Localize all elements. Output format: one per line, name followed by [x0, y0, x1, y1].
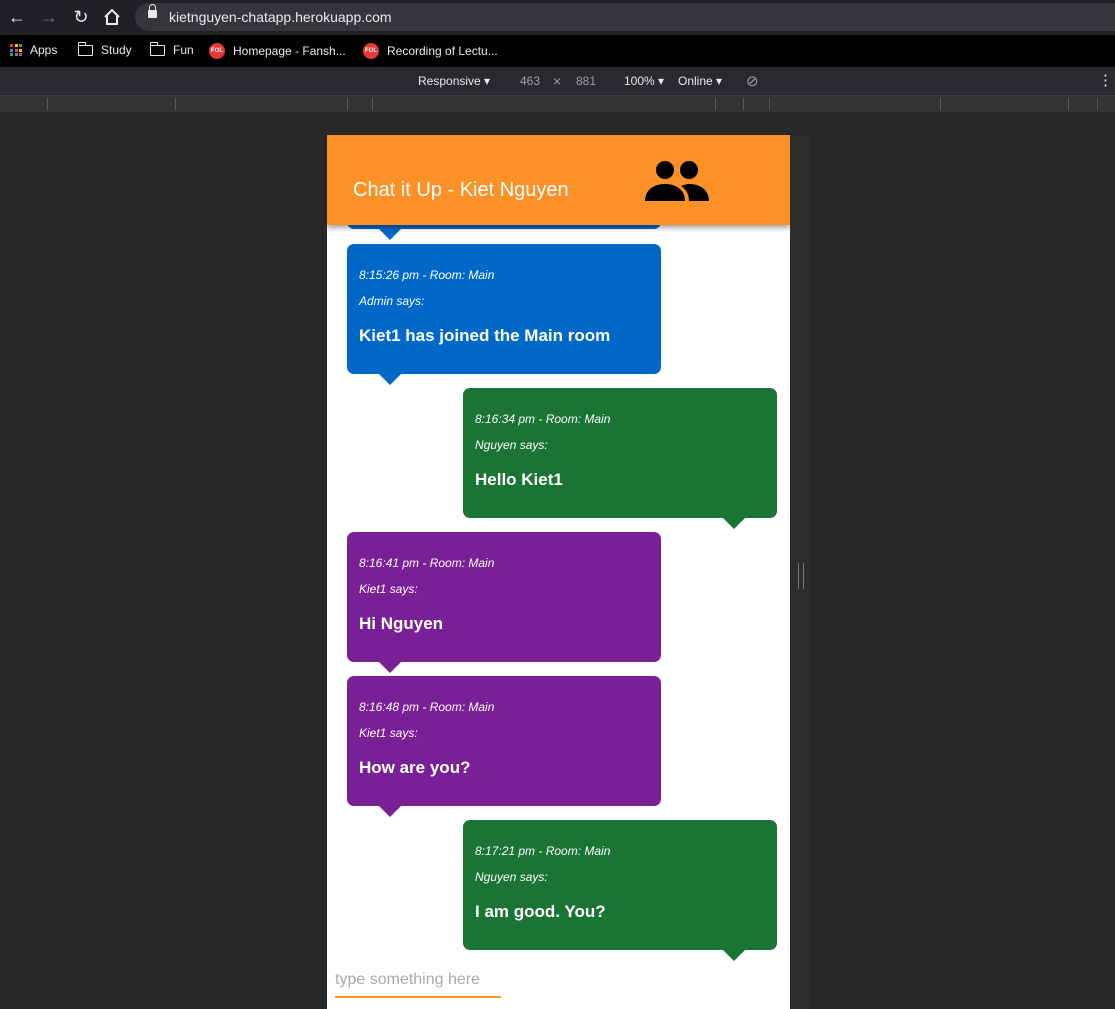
back-arrow-icon[interactable]: ←	[6, 6, 28, 28]
browser-toolbar: ← → ↻ kietnguyen-chatapp.herokuapp.com	[0, 0, 1115, 35]
message-meta: 8:16:41 pm - Room: Main	[359, 556, 495, 570]
bookmark-fun[interactable]: Fun	[149, 41, 194, 57]
height-field[interactable]: 881	[576, 74, 596, 88]
bookmark-label: Recording of Lectu...	[387, 44, 498, 58]
bookmark-label: Homepage - Fansh...	[233, 44, 346, 58]
bookmark-label: Fun	[173, 43, 194, 57]
chat-message: 8:16:41 pm - Room: Main Kiet1 says: Hi N…	[347, 532, 661, 673]
lock-icon	[148, 4, 157, 18]
chat-message: 8:15:26 pm - Room: Main Admin says: Kiet…	[347, 244, 661, 385]
fol-logo-icon: FOL	[209, 43, 225, 59]
message-sender: Kiet1 says:	[359, 726, 418, 740]
dimension-separator: ×	[553, 73, 562, 89]
fol-logo-icon: FOL	[363, 43, 379, 59]
page-title: Chat it Up - Kiet Nguyen	[353, 179, 569, 201]
width-field[interactable]: 463	[520, 74, 540, 88]
message-text: I am good. You?	[475, 902, 606, 921]
message-meta: 8:16:34 pm - Room: Main	[475, 412, 611, 426]
network-label: Online	[678, 74, 713, 88]
bookmarks-bar: Apps Study Fun FOL Homepage - Fansh... F…	[0, 35, 1115, 67]
message-text: How are you?	[359, 758, 471, 777]
bookmark-study[interactable]: Study	[77, 41, 132, 57]
message-meta: 8:16:48 pm - Room: Main	[359, 700, 495, 714]
url-text[interactable]: kietnguyen-chatapp.herokuapp.com	[169, 9, 392, 25]
network-select[interactable]: Online ▾	[678, 74, 722, 88]
reload-icon[interactable]: ↻	[70, 6, 92, 28]
chat-message: 8:16:34 pm - Room: Main Nguyen says: Hel…	[463, 388, 777, 529]
message-sender: Nguyen says:	[475, 870, 548, 884]
message-text: Hi Nguyen	[359, 614, 444, 633]
bookmark-label: Study	[101, 43, 132, 57]
bookmark-apps[interactable]: Apps	[10, 43, 57, 57]
zoom-label: 100%	[624, 74, 655, 88]
message-input-wrapper	[335, 966, 501, 998]
app-viewport: Chat it Up - Kiet Nguyen 8:15:26 pm - Ro…	[327, 135, 790, 1009]
forward-arrow-icon[interactable]: →	[38, 6, 60, 28]
people-icon[interactable]	[645, 159, 711, 205]
device-select[interactable]: Responsive ▾	[418, 74, 490, 88]
bubble-tail	[379, 229, 401, 240]
home-icon[interactable]	[101, 6, 123, 28]
rotate-icon[interactable]: ⊘	[746, 72, 759, 90]
device-toolbar: Responsive ▾ 463 × 881 100% ▾ Online ▾ ⊘…	[0, 67, 1115, 96]
folder-icon	[77, 41, 93, 56]
message-text: Hello Kiet1	[475, 470, 563, 489]
message-input[interactable]	[335, 966, 501, 994]
message-sender: Kiet1 says:	[359, 582, 418, 596]
bubble-tail	[723, 518, 745, 529]
message-text: Kiet1 has joined the Main room	[359, 326, 611, 345]
more-options-icon[interactable]: ⋮	[1098, 71, 1113, 89]
resize-handle[interactable]	[798, 563, 804, 589]
message-sender: Admin says:	[359, 294, 425, 308]
message-sender: Nguyen says:	[475, 438, 548, 452]
media-query-bar	[0, 96, 1115, 112]
bubble-tail	[379, 806, 401, 817]
folder-icon	[149, 41, 165, 56]
bubble-tail	[379, 374, 401, 385]
chat-message: 8:17:21 pm - Room: Main Nguyen says: I a…	[463, 820, 777, 961]
message-meta: 8:17:21 pm - Room: Main	[475, 844, 611, 858]
bubble-tail	[379, 662, 401, 673]
message-meta: 8:15:26 pm - Room: Main	[359, 268, 495, 282]
bookmark-label: Apps	[30, 43, 58, 57]
chat-message: 8:16:48 pm - Room: Main Kiet1 says: How …	[347, 676, 661, 817]
bookmark-homepage[interactable]: FOL Homepage - Fansh...	[209, 43, 346, 59]
bubble-tail	[723, 950, 745, 961]
apps-grid-icon	[10, 44, 22, 56]
app-header: Chat it Up - Kiet Nguyen	[327, 135, 790, 225]
device-label: Responsive	[418, 74, 481, 88]
bookmark-recording[interactable]: FOL Recording of Lectu...	[363, 43, 498, 59]
zoom-select[interactable]: 100% ▾	[624, 74, 664, 88]
